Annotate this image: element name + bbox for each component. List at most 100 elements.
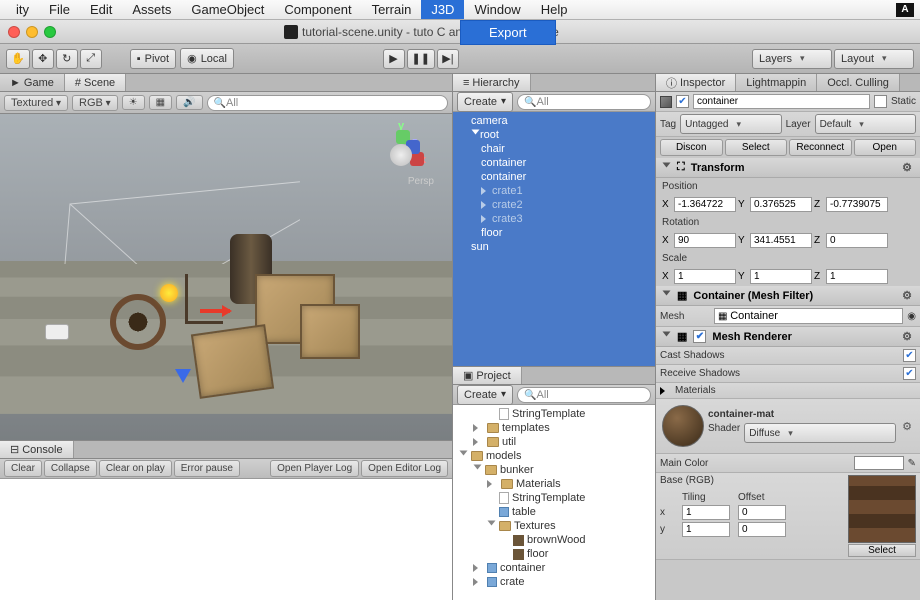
recvshadows-checkbox[interactable]: ✔: [903, 367, 916, 380]
move-gizmo-x-icon[interactable]: [200, 309, 230, 313]
tab-project[interactable]: ▣ Project: [453, 367, 522, 384]
hierarchy-item[interactable]: crate3: [453, 212, 655, 226]
offset-y-input[interactable]: [738, 522, 786, 537]
position-y-input[interactable]: [750, 197, 812, 212]
menu-component[interactable]: Component: [274, 0, 361, 19]
project-item[interactable]: brownWood: [453, 533, 655, 547]
tag-dropdown[interactable]: Untagged: [680, 114, 781, 134]
layer-dropdown[interactable]: Default: [815, 114, 916, 134]
meshrenderer-enabled-checkbox[interactable]: ✔: [693, 330, 706, 343]
tab-inspector[interactable]: ⓘ Inspector: [656, 74, 736, 91]
menu-assets[interactable]: Assets: [122, 0, 181, 19]
local-toggle-button[interactable]: ◉ Local: [180, 48, 234, 69]
prefab-select-button[interactable]: Select: [725, 139, 788, 156]
tab-scene[interactable]: # Scene: [65, 74, 126, 91]
menu-help[interactable]: Help: [531, 0, 578, 19]
menu-edit[interactable]: Edit: [80, 0, 122, 19]
menu-app[interactable]: ity: [6, 0, 39, 19]
tab-console[interactable]: ⊟ Console: [0, 441, 74, 458]
console-clearonplay-button[interactable]: Clear on play: [99, 460, 172, 477]
hierarchy-item[interactable]: container: [453, 170, 655, 184]
project-item[interactable]: crate: [453, 575, 655, 589]
offset-x-input[interactable]: [738, 505, 786, 520]
hierarchy-item[interactable]: root: [453, 128, 655, 142]
tiling-x-input[interactable]: [682, 505, 730, 520]
scene-search-input[interactable]: 🔍All: [207, 95, 448, 111]
texture-preview[interactable]: [848, 475, 916, 543]
play-button[interactable]: ▶: [383, 49, 405, 69]
rotation-x-input[interactable]: [674, 233, 736, 248]
scene-fx-toggle[interactable]: ▦: [149, 95, 172, 110]
hierarchy-item[interactable]: camera: [453, 114, 655, 128]
meshrenderer-header[interactable]: ▦ ✔ Mesh Renderer⚙: [656, 327, 920, 347]
scale-tool-button[interactable]: ⤢: [80, 49, 102, 69]
tab-game[interactable]: ► Game: [0, 74, 65, 91]
maincolor-swatch[interactable]: [854, 456, 904, 470]
tiling-y-input[interactable]: [682, 522, 730, 537]
scene-audio-toggle[interactable]: 🔊: [176, 95, 202, 110]
meshfilter-gear-icon[interactable]: ⚙: [900, 289, 914, 302]
mesh-field[interactable]: ▦ Container: [714, 308, 903, 324]
project-item[interactable]: container: [453, 561, 655, 575]
position-x-input[interactable]: [674, 197, 736, 212]
menu-file[interactable]: File: [39, 0, 80, 19]
tab-hierarchy[interactable]: ≡ Hierarchy: [453, 74, 531, 91]
scale-z-input[interactable]: [826, 269, 888, 284]
console-clear-button[interactable]: Clear: [4, 460, 42, 477]
transform-gear-icon[interactable]: ⚙: [900, 161, 914, 174]
project-item[interactable]: Textures: [453, 519, 655, 533]
texture-select-button[interactable]: Select: [848, 544, 916, 557]
mesh-picker-icon[interactable]: ◉: [907, 311, 916, 322]
hierarchy-item[interactable]: chair: [453, 142, 655, 156]
project-tree[interactable]: StringTemplatetemplatesutilmodelsbunkerM…: [453, 405, 655, 600]
move-tool-button[interactable]: ✥: [32, 49, 54, 69]
project-item[interactable]: floor: [453, 547, 655, 561]
orientation-gizmo[interactable]: y x z: [372, 124, 432, 184]
shader-dropdown[interactable]: Diffuse: [744, 423, 896, 443]
menu-j3d[interactable]: J3D: [421, 0, 464, 19]
console-output[interactable]: [0, 479, 452, 600]
materials-label[interactable]: Materials: [675, 385, 716, 396]
material-gear-icon[interactable]: ⚙: [900, 420, 914, 433]
gameobject-active-checkbox[interactable]: ✔: [676, 95, 689, 108]
project-item[interactable]: models: [453, 449, 655, 463]
rotate-tool-button[interactable]: ↻: [56, 49, 78, 69]
prefab-reconnect-button[interactable]: Reconnect: [789, 139, 852, 156]
layers-dropdown[interactable]: Layers: [752, 49, 832, 69]
project-create-dropdown[interactable]: Create ▾: [457, 385, 513, 405]
pivot-toggle-button[interactable]: ▪ Pivot: [130, 49, 176, 69]
zoom-window-button[interactable]: [44, 26, 56, 38]
draw-mode-dropdown[interactable]: Textured ▾: [4, 95, 68, 111]
hand-tool-button[interactable]: ✋: [6, 49, 30, 69]
project-item[interactable]: bunker: [453, 463, 655, 477]
tab-occlusion[interactable]: Occl. Culling: [817, 74, 900, 91]
hierarchy-item[interactable]: sun: [453, 240, 655, 254]
hierarchy-create-dropdown[interactable]: Create ▾: [457, 92, 513, 112]
rotation-z-input[interactable]: [826, 233, 888, 248]
hierarchy-item[interactable]: container: [453, 156, 655, 170]
project-item[interactable]: table: [453, 505, 655, 519]
hierarchy-search-input[interactable]: 🔍All: [517, 94, 651, 110]
tab-lightmapping[interactable]: Lightmappin: [736, 74, 817, 91]
scene-light-toggle[interactable]: ☀: [122, 95, 145, 110]
console-collapse-button[interactable]: Collapse: [44, 460, 97, 477]
project-item[interactable]: Materials: [453, 477, 655, 491]
projection-label[interactable]: Persp: [408, 176, 434, 187]
scale-x-input[interactable]: [674, 269, 736, 284]
menu-window[interactable]: Window: [464, 0, 530, 19]
render-mode-dropdown[interactable]: RGB ▾: [72, 95, 118, 111]
color-picker-icon[interactable]: ✎: [908, 458, 916, 469]
close-window-button[interactable]: [8, 26, 20, 38]
move-gizmo-z-icon[interactable]: [175, 369, 191, 391]
layout-dropdown[interactable]: Layout: [834, 49, 914, 69]
hierarchy-item[interactable]: crate2: [453, 198, 655, 212]
meshrenderer-gear-icon[interactable]: ⚙: [900, 330, 914, 343]
project-item[interactable]: StringTemplate: [453, 407, 655, 421]
project-item[interactable]: StringTemplate: [453, 491, 655, 505]
gameobject-name-input[interactable]: [693, 94, 870, 109]
project-item[interactable]: templates: [453, 421, 655, 435]
console-errorpause-button[interactable]: Error pause: [174, 460, 240, 477]
step-button[interactable]: ▶|: [437, 49, 459, 69]
project-item[interactable]: util: [453, 435, 655, 449]
project-search-input[interactable]: 🔍All: [517, 387, 651, 403]
